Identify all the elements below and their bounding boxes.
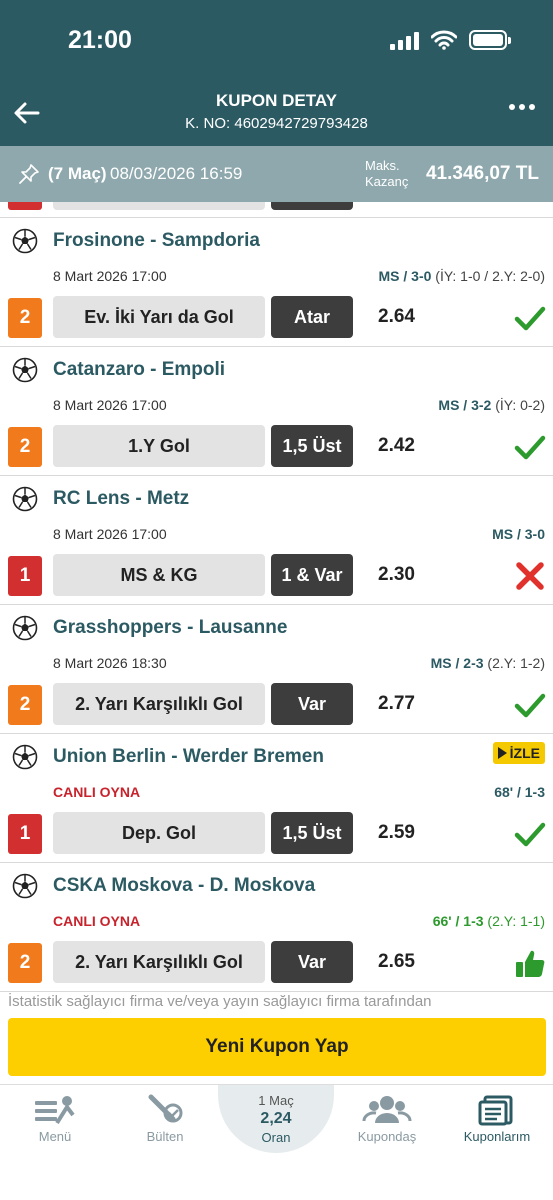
menu-icon <box>35 1096 75 1125</box>
bet-market: Dep. Gol <box>53 812 265 854</box>
tab-bulletin[interactable]: Bülten <box>110 1091 220 1151</box>
football-icon <box>12 228 38 254</box>
group-icon <box>362 1096 412 1123</box>
watch-button[interactable]: İZLE <box>492 742 545 764</box>
disclaimer-text: İstatistik sağlayıcı firma ve/veya yayın… <box>8 993 432 1010</box>
tab-bar: Menü Bülten 1 Maç 2,24 Oran Kupondaş Kup… <box>0 1084 553 1200</box>
match-date: 8 Mart 2026 17:00 <box>53 397 167 413</box>
match-date: 8 Mart 2026 18:30 <box>53 655 167 671</box>
match-row[interactable]: CSKA Moskova - D. Moskova CANLI OYNA 66' /… <box>0 863 553 992</box>
match-row[interactable]: Union Berlin - Werder Bremen CANLI OYNA İZ… <box>0 734 553 863</box>
bet-number: 2 <box>8 427 42 467</box>
bet-odd: 2.77 <box>378 693 415 714</box>
max-win-amount: 41.346,07 TL <box>425 163 539 184</box>
match-result: MS / 2-3 (2.Y: 1-2) <box>430 655 545 671</box>
match-date: 8 Mart 2026 17:00 <box>53 268 167 284</box>
bet-selection: 1 & Var <box>271 554 353 596</box>
signal-icon <box>390 32 419 50</box>
match-row[interactable]: Grasshoppers - Lausanne 8 Mart 2026 18:30… <box>0 605 553 734</box>
coupon-number: K. NO: 4602942729793428 <box>185 115 368 132</box>
tab-kupondas[interactable]: Kupondaş <box>332 1091 442 1151</box>
coupons-icon <box>478 1095 513 1126</box>
more-options-icon[interactable] <box>509 104 535 110</box>
battery-icon <box>469 30 511 50</box>
check-icon <box>514 818 546 850</box>
thumbs-up-icon <box>514 947 546 979</box>
bet-odd: 2.59 <box>378 822 415 843</box>
football-icon <box>12 873 38 899</box>
coupon-summary-button[interactable]: 1 Maç 2,24 Oran <box>218 1085 334 1153</box>
coupon-summary-odds-label: Oran <box>261 1130 291 1145</box>
bet-odd: 2.64 <box>378 306 415 327</box>
cross-icon <box>514 560 546 592</box>
bet-selection: Var <box>271 683 353 725</box>
bet-odd: 2.65 <box>378 951 415 972</box>
bet-market: MS & KG <box>53 554 265 596</box>
coupon-summary-odds: 2,24 <box>260 1110 292 1127</box>
max-win-label: Maks. Kazanç <box>365 158 409 189</box>
tab-bulletin-label: Bülten <box>146 1129 184 1144</box>
bet-number: 2 <box>8 685 42 725</box>
match-row[interactable]: Catanzaro - Empoli 8 Mart 2026 17:00 MS / … <box>0 347 553 476</box>
bulletin-icon <box>148 1094 183 1123</box>
bet-selection: Atar <box>271 296 353 338</box>
match-result: MS / 3-0 <box>492 526 545 542</box>
bet-odd: 2.30 <box>378 564 415 585</box>
tab-menu-label: Menü <box>38 1129 72 1144</box>
wifi-icon <box>431 30 457 50</box>
coupon-info-bar: (7 Maç) 08/03/2026 16:59 Maks. Kazanç 41.… <box>0 146 553 202</box>
bet-number: 1 <box>8 556 42 596</box>
coupon-summary-matches: 1 Maç <box>258 1093 294 1108</box>
match-result: 68' / 1-3 <box>494 784 545 800</box>
bet-number: 2 <box>8 298 42 338</box>
bet-market: Ev. İki Yarı da Gol <box>53 296 265 338</box>
status-bar: 21:00 <box>0 0 553 80</box>
tab-menu[interactable]: Menü <box>0 1091 110 1151</box>
match-list[interactable]: Frosinone - Sampdoria 8 Mart 2026 17:00 MS… <box>0 202 553 1014</box>
football-icon <box>12 615 38 641</box>
coupon-date: 08/03/2026 16:59 <box>110 164 243 183</box>
bet-market: 2. Yarı Karşılıklı Gol <box>53 941 265 983</box>
match-teams[interactable]: Union Berlin - Werder Bremen <box>53 746 324 768</box>
bet-odd: 2.42 <box>378 435 415 456</box>
play-icon <box>497 747 507 759</box>
football-icon <box>12 486 38 512</box>
bet-number: 2 <box>8 943 42 983</box>
match-teams[interactable]: Frosinone - Sampdoria <box>53 230 260 252</box>
bet-selection: Var <box>271 941 353 983</box>
bet-market: 1.Y Gol <box>53 425 265 467</box>
match-result: MS / 3-0 (İY: 1-0 / 2.Y: 2-0) <box>378 268 545 284</box>
page-title: KUPON DETAY <box>216 91 337 110</box>
check-icon <box>514 689 546 721</box>
match-result: 66' / 1-3 (2.Y: 1-1) <box>432 913 545 929</box>
bet-number: 1 <box>8 814 42 854</box>
tab-kupondas-label: Kupondaş <box>357 1129 417 1144</box>
football-icon <box>12 357 38 383</box>
football-icon <box>12 744 38 770</box>
bet-selection: 1,5 Üst <box>271 425 353 467</box>
match-teams[interactable]: RC Lens - Metz <box>53 488 189 510</box>
match-row[interactable]: RC Lens - Metz 8 Mart 2026 17:00 MS / 3-0 1… <box>0 476 553 605</box>
match-count: (7 Maç) <box>48 164 107 183</box>
match-result: MS / 3-2 (İY: 0-2) <box>438 397 545 413</box>
new-coupon-button[interactable]: Yeni Kupon Yap <box>8 1018 546 1076</box>
match-teams[interactable]: Catanzaro - Empoli <box>53 359 225 381</box>
match-teams[interactable]: Grasshoppers - Lausanne <box>53 617 287 639</box>
match-teams[interactable]: CSKA Moskova - D. Moskova <box>53 875 315 897</box>
pin-icon[interactable] <box>18 163 40 185</box>
bet-market: 2. Yarı Karşılıklı Gol <box>53 683 265 725</box>
match-date: 8 Mart 2026 17:00 <box>53 526 167 542</box>
live-play-label[interactable]: CANLI OYNA <box>53 913 140 929</box>
header-bar: KUPON DETAY K. NO: 4602942729793428 <box>0 80 553 146</box>
match-row[interactable]: Frosinone - Sampdoria 8 Mart 2026 17:00 MS… <box>0 218 553 347</box>
tab-kuponlarim[interactable]: Kuponlarım <box>442 1091 552 1151</box>
bet-selection: 1,5 Üst <box>271 812 353 854</box>
partial-match-row <box>0 202 553 218</box>
status-icons <box>390 30 511 50</box>
live-play-label[interactable]: CANLI OYNA <box>53 784 140 800</box>
status-time: 21:00 <box>68 26 132 54</box>
tab-kuponlarim-label: Kuponlarım <box>463 1129 531 1144</box>
check-icon <box>514 431 546 463</box>
check-icon <box>514 302 546 334</box>
